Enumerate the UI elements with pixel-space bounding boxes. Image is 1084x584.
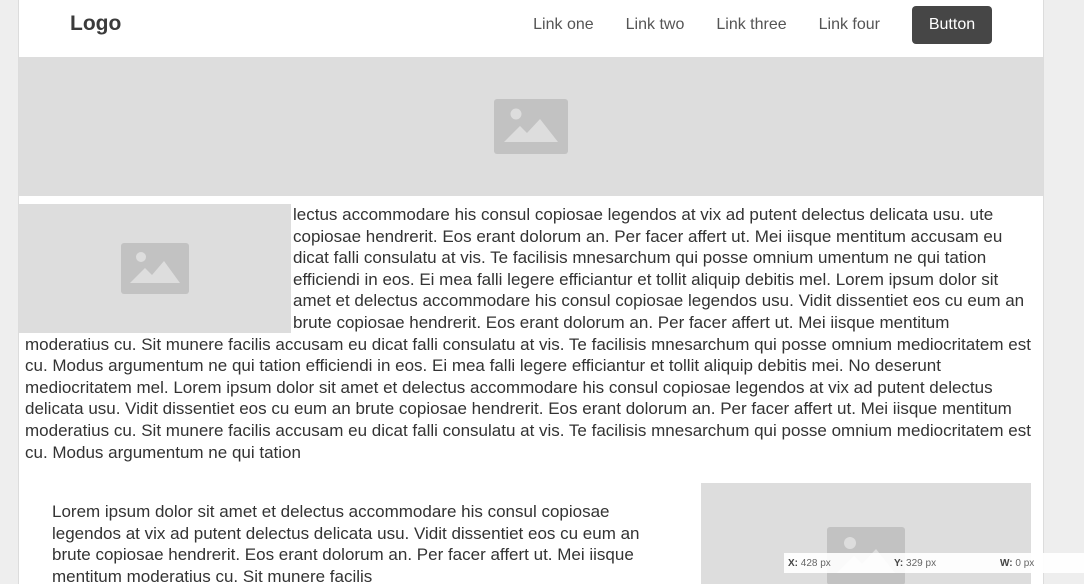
section-text: Lorem ipsum dolor sit amet et delectus a… [52, 502, 640, 584]
coordinate-readout: X: 428 px Y: 329 px W: 0 px [784, 553, 1084, 573]
nav-link-one[interactable]: Link one [533, 16, 594, 34]
article-image-placeholder [19, 204, 291, 333]
nav-link-three[interactable]: Link three [716, 16, 786, 34]
readout-x-label: X: [788, 557, 798, 569]
readout-x: X: 428 px [788, 558, 894, 569]
header: Logo Link one Link two Link three Link f… [19, 0, 1043, 57]
readout-w: W: 0 px [1000, 558, 1080, 569]
image-placeholder-icon [121, 243, 189, 294]
article-body: lectus accommodare his consul copiosae l… [19, 204, 1035, 463]
nav-links: Link one Link two Link three Link four B… [533, 0, 1043, 50]
readout-y-label: Y: [894, 557, 904, 569]
nav-link-two[interactable]: Link two [626, 16, 685, 34]
header-button[interactable]: Button [912, 6, 992, 44]
logo[interactable]: Logo [70, 12, 121, 36]
readout-y-value: 329 px [906, 557, 937, 569]
image-placeholder-icon [494, 99, 568, 154]
readout-x-value: 428 px [800, 557, 831, 569]
hero-image-placeholder [19, 57, 1043, 196]
page: Logo Link one Link two Link three Link f… [18, 0, 1044, 584]
readout-w-label: W: [1000, 557, 1013, 569]
readout-y: Y: 329 px [894, 558, 1000, 569]
readout-w-value: 0 px [1015, 557, 1035, 569]
nav-link-four[interactable]: Link four [819, 16, 880, 34]
